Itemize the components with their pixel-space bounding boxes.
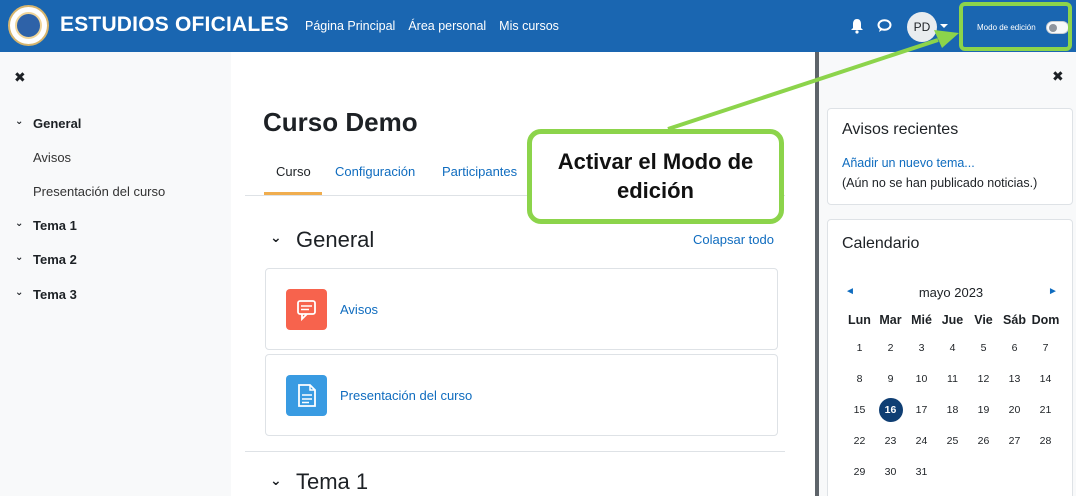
nav-home-link[interactable]: Página Principal: [305, 19, 395, 33]
news-block: Avisos recientes Añadir un nuevo tema...…: [827, 108, 1073, 205]
calendar-week-row: 1234567: [844, 332, 1061, 363]
forum-icon: [286, 289, 327, 330]
top-navbar: ESTUDIOS OFICIALES Página Principal Área…: [0, 0, 1076, 52]
nav-my-courses-link[interactable]: Mis cursos: [499, 19, 559, 33]
course-index-section-general[interactable]: General: [33, 116, 81, 131]
calendar-day[interactable]: 25: [937, 435, 968, 447]
calendar-day[interactable]: 29: [844, 466, 875, 478]
chevron-down-icon[interactable]: ⌄: [15, 116, 23, 127]
collapse-all-link[interactable]: Colapsar todo: [693, 232, 774, 247]
calendar-day[interactable]: 7: [1030, 342, 1061, 354]
section-divider: [245, 451, 785, 452]
messages-chat-icon[interactable]: [877, 19, 892, 33]
chevron-down-icon[interactable]: ⌄: [15, 252, 23, 263]
calendar-day[interactable]: 26: [968, 435, 999, 447]
calendar-day[interactable]: 6: [999, 342, 1030, 354]
weekday-label: Mar: [879, 313, 902, 327]
calendar-day[interactable]: 16: [875, 397, 906, 422]
calendar-day[interactable]: 4: [937, 342, 968, 354]
course-title: Curso Demo: [263, 107, 418, 137]
calendar-day[interactable]: 22: [844, 435, 875, 447]
calendar-day[interactable]: 18: [937, 404, 968, 416]
add-news-topic-link[interactable]: Añadir un nuevo tema...: [842, 156, 975, 170]
course-index-section-tema-1[interactable]: Tema 1: [33, 218, 77, 233]
activity-card-presentacion[interactable]: Presentación del curso: [265, 354, 778, 436]
calendar-day[interactable]: 1: [844, 342, 875, 354]
calendar-day[interactable]: 9: [875, 373, 906, 385]
course-index-item-avisos[interactable]: Avisos: [33, 150, 71, 165]
chevron-down-icon[interactable]: ⌄: [270, 472, 282, 489]
user-avatar[interactable]: PD: [907, 12, 937, 42]
calendar-day[interactable]: 12: [968, 373, 999, 385]
course-index-section-tema-3[interactable]: Tema 3: [33, 287, 77, 302]
course-index-item-presentacion[interactable]: Presentación del curso: [33, 184, 165, 199]
calendar-week-row: 29 30 31: [844, 456, 1061, 487]
page-icon: [286, 375, 327, 416]
weekday-label: Dom: [1031, 313, 1060, 327]
annotation-text: Activar el Modo de edición: [557, 148, 754, 203]
section-title-tema-1: Tema 1: [296, 469, 369, 494]
calendar-day[interactable]: 11: [937, 373, 968, 385]
edit-mode-highlight-box: [959, 2, 1072, 51]
calendar-day[interactable]: 15: [844, 404, 875, 416]
chevron-down-icon[interactable]: ⌄: [15, 287, 23, 298]
section-title-general: General: [296, 227, 375, 252]
annotation-callout: Activar el Modo de edición: [527, 129, 784, 224]
weekday-label: Jue: [941, 313, 964, 327]
calendar-day[interactable]: 30: [875, 466, 906, 478]
next-month-icon[interactable]: ►: [1048, 286, 1058, 297]
activity-card-avisos[interactable]: Avisos: [265, 268, 778, 350]
close-block-drawer-icon[interactable]: ✖: [1052, 68, 1064, 85]
calendar-day[interactable]: 27: [999, 435, 1030, 447]
calendar-weekday-header: Lun Mar Mié Jue Vie Sáb Dom: [844, 308, 1061, 332]
calendar-day[interactable]: 21: [1030, 404, 1061, 416]
calendar-day[interactable]: 13: [999, 373, 1030, 385]
course-index-section-tema-2[interactable]: Tema 2: [33, 252, 77, 267]
logo-seal: [15, 12, 42, 39]
calendar-day[interactable]: 23: [875, 435, 906, 447]
calendar-day[interactable]: 14: [1030, 373, 1061, 385]
calendar-today[interactable]: 16: [878, 397, 903, 422]
calendar-day[interactable]: 3: [906, 342, 937, 354]
calendar-day[interactable]: 31: [906, 466, 937, 478]
chevron-down-icon[interactable]: ⌄: [270, 229, 282, 246]
news-block-title: Avisos recientes: [842, 121, 959, 138]
calendar-day[interactable]: 8: [844, 373, 875, 385]
calendar-month-label: mayo 2023: [918, 285, 984, 300]
calendar-week-row: 15 16 17 18 19 20 21: [844, 394, 1061, 425]
user-menu-caret-icon[interactable]: [940, 24, 948, 28]
activity-link-avisos[interactable]: Avisos: [340, 302, 378, 317]
calendar-day[interactable]: 2: [875, 342, 906, 354]
calendar-day[interactable]: 28: [1030, 435, 1061, 447]
calendar-block: Calendario ◄ mayo 2023 ► Lun Mar Mié Jue Vie…: [827, 219, 1073, 496]
news-empty-text: (Aún no se han publicado noticias.): [842, 176, 1038, 190]
calendar-day[interactable]: 5: [968, 342, 999, 354]
nav-dashboard-link[interactable]: Área personal: [408, 19, 486, 33]
activity-link-presentacion[interactable]: Presentación del curso: [340, 388, 472, 403]
tab-course[interactable]: Curso: [276, 164, 311, 179]
calendar-block-title: Calendario: [842, 235, 920, 252]
calendar-day[interactable]: 10: [906, 373, 937, 385]
calendar-day[interactable]: 24: [906, 435, 937, 447]
calendar-day[interactable]: 19: [968, 404, 999, 416]
primary-navigation: Página Principal Área personal Mis curso…: [305, 19, 559, 33]
notifications-bell-icon[interactable]: [850, 18, 864, 34]
calendar-day[interactable]: 17: [906, 404, 937, 416]
calendar-week-row: 22 23 24 25 26 27 28: [844, 425, 1061, 456]
tab-settings[interactable]: Configuración: [335, 164, 415, 179]
weekday-label: Mié: [911, 313, 932, 327]
calendar-grid: Lun Mar Mié Jue Vie Sáb Dom 1 2 3 4 5 6 7 8 9 10 11 12 13 14…: [844, 308, 1061, 487]
tab-participants[interactable]: Participantes: [442, 164, 517, 179]
calendar-day[interactable]: 20: [999, 404, 1030, 416]
weekday-label: Lun: [848, 313, 871, 327]
close-course-index-icon[interactable]: ✖: [14, 69, 26, 86]
calendar-week-row: 8 9 10 11 12 13 14: [844, 363, 1061, 394]
weekday-label: Vie: [974, 313, 993, 327]
chevron-down-icon[interactable]: ⌄: [15, 218, 23, 229]
site-brand[interactable]: ESTUDIOS OFICIALES: [60, 13, 289, 37]
university-logo[interactable]: [8, 5, 49, 46]
weekday-label: Sáb: [1003, 313, 1026, 327]
